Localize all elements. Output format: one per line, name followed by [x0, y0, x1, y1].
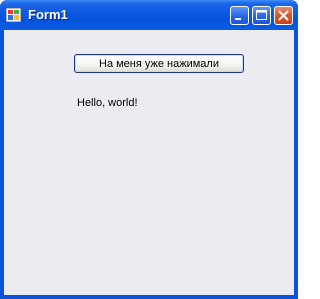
minimize-button[interactable] [230, 6, 249, 25]
pressed-button[interactable]: На меня уже нажимали [74, 54, 244, 73]
maximize-button[interactable] [252, 6, 271, 25]
window-title: Form1 [28, 7, 68, 22]
close-button[interactable] [274, 6, 293, 25]
hello-label: Hello, world! [77, 97, 138, 109]
form-client-area: На меня уже нажимали Hello, world! [4, 30, 294, 295]
close-icon [278, 10, 289, 21]
maximize-icon [256, 10, 267, 20]
minimize-icon [235, 18, 241, 20]
form1-window: Form1 На меня уже нажимали Hello, world! [0, 0, 298, 299]
title-bar[interactable]: Form1 [0, 0, 298, 30]
app-icon[interactable] [5, 7, 22, 23]
